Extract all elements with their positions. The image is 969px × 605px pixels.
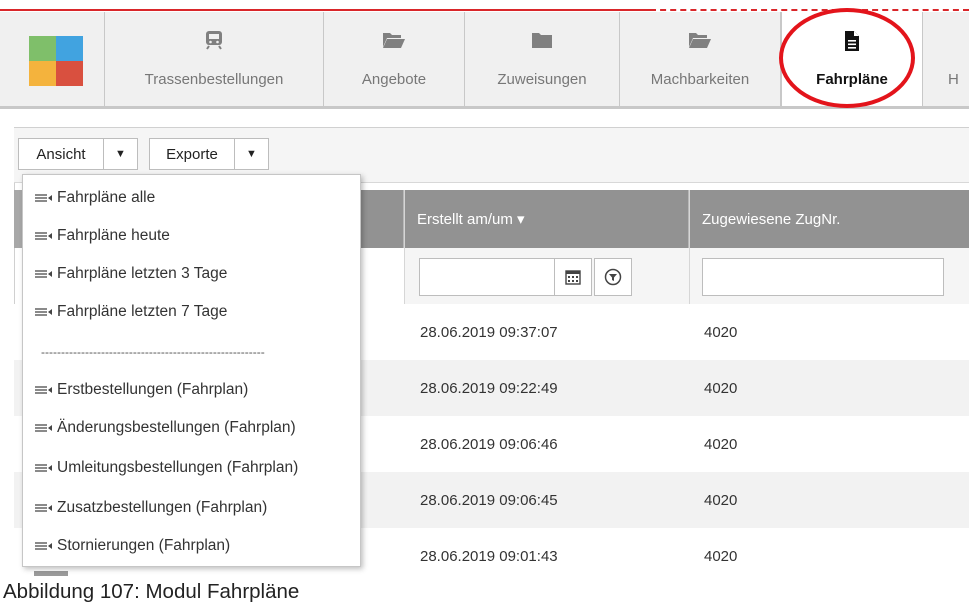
list-view-icon — [35, 424, 52, 432]
view-dropdown-toggle[interactable]: ▼ — [103, 138, 138, 170]
export-dropdown-toggle[interactable]: ▼ — [234, 138, 269, 170]
zugnr-cell: 4020 — [704, 491, 738, 509]
view-button-label: Ansicht — [36, 145, 86, 163]
figure-caption: Abbildung 107: Modul Fahrpläne — [0, 578, 969, 605]
menu-item-label: Umleitungsbestellungen (Fahrplan) — [57, 459, 299, 476]
menu-item-label: Fahrpläne letzten 7 Tage — [57, 303, 228, 320]
column-header-label: Erstellt am/um ▾ — [417, 211, 525, 228]
nav-tab-angebote[interactable]: Angebote — [324, 12, 465, 106]
menu-item-label: Änderungsbestellungen (Fahrplan) — [57, 419, 296, 436]
row-selector-stub — [34, 571, 68, 576]
menu-item-fahrplaene-7-tage[interactable]: Fahrpläne letzten 7 Tage — [33, 299, 227, 325]
zugnr-cell: 4020 — [704, 547, 738, 565]
nav-tab-label: Angebote — [361, 71, 427, 88]
top-accent-line-dashed — [650, 9, 969, 11]
menu-item-label: Zusatzbestellungen (Fahrplan) — [57, 499, 268, 516]
folder-icon — [465, 30, 619, 52]
list-view-icon — [35, 194, 52, 202]
menu-item-zusatzbestellungen[interactable]: Zusatzbestellungen (Fahrplan) — [33, 495, 267, 521]
folder-open-icon — [620, 30, 780, 52]
menu-item-label: Fahrpläne alle — [57, 189, 156, 206]
menu-item-fahrplaene-alle[interactable]: Fahrpläne alle — [33, 185, 155, 211]
export-button[interactable]: Exporte — [149, 138, 235, 170]
zugnr-filter-input[interactable] — [702, 258, 944, 296]
chevron-down-icon: ▼ — [115, 148, 126, 160]
list-view-icon — [35, 232, 52, 240]
nav-tab-label: Machbarkeiten — [650, 71, 750, 88]
menu-item-fahrplaene-3-tage[interactable]: Fahrpläne letzten 3 Tage — [33, 261, 227, 287]
created-cell: 28.06.2019 09:37:07 — [420, 323, 558, 341]
nav-tab-zuweisungen[interactable]: Zuweisungen — [465, 12, 620, 106]
menu-separator: ----------------------------------------… — [41, 345, 265, 359]
menu-item-fahrplaene-heute[interactable]: Fahrpläne heute — [33, 223, 170, 249]
menu-item-label: Erstbestellungen (Fahrplan) — [57, 381, 249, 398]
created-cell: 28.06.2019 09:06:46 — [420, 435, 558, 453]
filter-icon[interactable] — [594, 258, 632, 296]
folder-open-icon — [324, 30, 464, 52]
nav-tab-machbarkeiten[interactable]: Machbarkeiten — [620, 12, 781, 106]
menu-item-erstbestellungen[interactable]: Erstbestellungen (Fahrplan) — [33, 377, 248, 403]
module-navigation: Trassenbestellungen Angebote Zuweisungen… — [0, 12, 969, 109]
chevron-down-icon: ▼ — [246, 148, 257, 160]
nav-tab-fahrplaene[interactable]: Fahrpläne — [781, 12, 923, 106]
document-icon — [782, 30, 922, 52]
menu-item-label: Fahrpläne letzten 3 Tage — [57, 265, 228, 282]
zugnr-cell: 4020 — [704, 323, 738, 341]
nav-tab-label: Zuweisungen — [497, 71, 587, 88]
view-dropdown-menu: Fahrpläne alle Fahrpläne heute Fahrpläne… — [22, 174, 361, 567]
created-cell: 28.06.2019 09:06:45 — [420, 491, 558, 509]
created-cell: 28.06.2019 09:22:49 — [420, 379, 558, 397]
list-view-icon — [35, 386, 52, 394]
list-view-icon — [35, 542, 52, 550]
filter-row — [404, 248, 969, 304]
top-accent-line — [0, 9, 650, 11]
menu-item-aenderungsbestellungen[interactable]: Änderungsbestellungen (Fahrplan) — [33, 415, 296, 441]
column-header-label: Zugewiesene ZugNr. — [702, 210, 841, 228]
created-filter-input[interactable] — [419, 258, 555, 296]
menu-item-label: Stornierungen (Fahrplan) — [57, 537, 231, 554]
nav-tab-label: Fahrpläne — [816, 71, 888, 88]
list-view-icon — [35, 464, 52, 472]
list-view-icon — [35, 270, 52, 278]
list-view-icon — [35, 504, 52, 512]
export-button-label: Exporte — [166, 145, 218, 163]
calendar-icon[interactable] — [554, 258, 592, 296]
menu-item-label: Fahrpläne heute — [57, 227, 170, 244]
train-icon — [105, 30, 323, 52]
view-button[interactable]: Ansicht — [18, 138, 104, 170]
menu-item-stornierungen[interactable]: Stornierungen (Fahrplan) — [33, 533, 230, 559]
zugnr-cell: 4020 — [704, 379, 738, 397]
nav-tab-label: Trassenbestellungen — [144, 71, 284, 88]
menu-item-umleitungsbestellungen[interactable]: Umleitungsbestellungen (Fahrplan) — [33, 455, 298, 481]
column-header-zugnr[interactable]: Zugewiesene ZugNr. — [689, 190, 969, 248]
nav-tab-trassenbestellungen[interactable]: Trassenbestellungen — [105, 12, 324, 106]
logo-tiles — [29, 36, 83, 86]
nav-tab-label: H — [948, 71, 959, 88]
list-view-icon — [35, 308, 52, 316]
nav-tab-h[interactable]: H — [922, 12, 969, 106]
app-logo[interactable] — [16, 12, 105, 106]
column-header-created[interactable]: Erstellt am/um ▾ — [404, 190, 689, 248]
created-cell: 28.06.2019 09:01:43 — [420, 547, 558, 565]
zugnr-cell: 4020 — [704, 435, 738, 453]
